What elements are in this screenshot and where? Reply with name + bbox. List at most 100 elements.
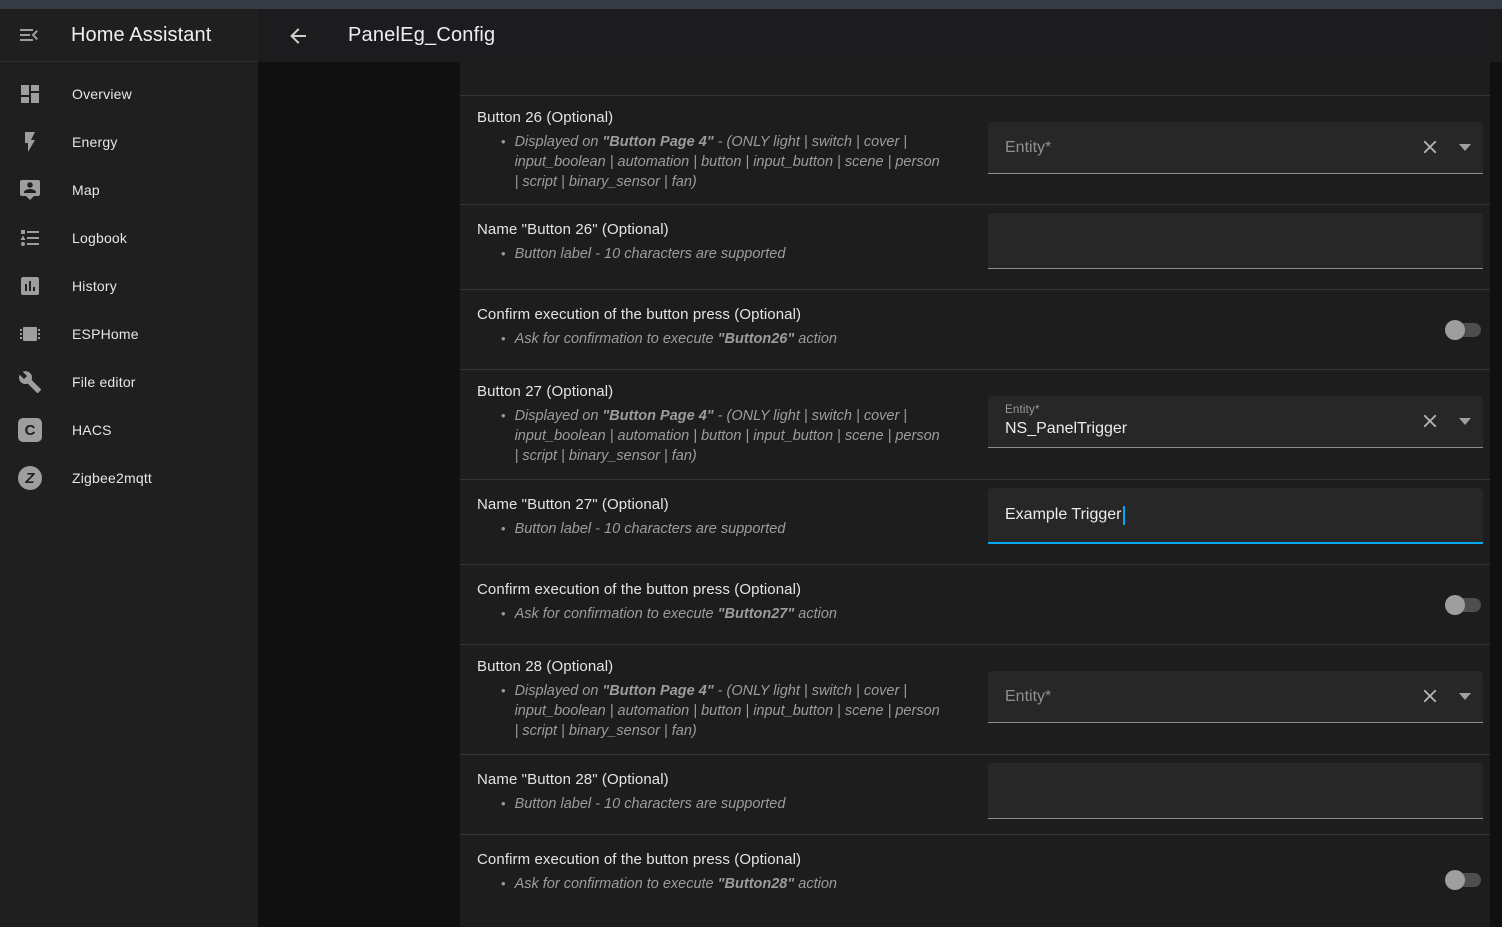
entity-field-label: Entity*	[1005, 404, 1040, 416]
entity-field-label: Entity*	[1005, 671, 1051, 722]
row-description: •Ask for confirmation to execute "Button…	[477, 874, 947, 894]
entity-combobox[interactable]: Entity* NS_PanelTrigger	[988, 396, 1483, 448]
app-title: Home Assistant	[71, 24, 211, 47]
bullet-icon: •	[501, 406, 506, 466]
form-row-entity: Button 27 (Optional) •Displayed on "Butto…	[460, 370, 1490, 480]
close-icon[interactable]	[1419, 410, 1441, 432]
sidebar-item-label: Overview	[72, 86, 132, 102]
entity-combobox[interactable]: Entity*	[988, 671, 1483, 723]
sidebar-item-label: File editor	[72, 374, 136, 390]
row-title: Confirm execution of the button press (O…	[477, 306, 977, 323]
sidebar-item-energy[interactable]: Energy	[0, 118, 258, 166]
form-row-confirm: Confirm execution of the button press (O…	[460, 565, 1490, 645]
sidebar-item-overview[interactable]: Overview	[0, 70, 258, 118]
row-title: Name "Button 27" (Optional)	[477, 496, 977, 513]
config-card: •Ask for confirmation to execute "Button…	[460, 16, 1490, 927]
sidebar-item-label: History	[72, 278, 117, 294]
bullet-icon: •	[501, 519, 506, 539]
lightning-bolt-icon	[18, 130, 42, 154]
sidebar-nav: Overview Energy Map Logbook History ESPHome Fi…	[0, 62, 258, 502]
close-icon[interactable]	[1419, 136, 1441, 158]
form-row-name: Name "Button 28" (Optional) •Button label…	[460, 755, 1490, 835]
confirm-toggle[interactable]	[1445, 320, 1481, 340]
sidebar-header: Home Assistant	[0, 9, 258, 62]
hacs-c-icon: C	[18, 418, 42, 442]
form-row-entity: Button 26 (Optional) •Displayed on "Butto…	[460, 96, 1490, 205]
button-name-input[interactable]	[988, 213, 1483, 269]
window-top-strip	[0, 0, 1502, 9]
row-description: •Displayed on "Button Page 4" - (ONLY li…	[477, 681, 947, 741]
chevron-down-icon[interactable]	[1459, 693, 1471, 700]
row-description: •Ask for confirmation to execute "Button…	[477, 329, 947, 349]
sidebar-item-hacs[interactable]: C HACS	[0, 406, 258, 454]
chevron-down-icon[interactable]	[1459, 418, 1471, 425]
bullet-icon: •	[501, 244, 506, 264]
row-title: Name "Button 28" (Optional)	[477, 771, 977, 788]
sidebar-item-label: Logbook	[72, 230, 127, 246]
row-description: •Displayed on "Button Page 4" - (ONLY li…	[477, 406, 947, 466]
row-description: •Ask for confirmation to execute "Button…	[477, 604, 947, 624]
chart-box-icon	[18, 274, 42, 298]
confirm-toggle[interactable]	[1445, 595, 1481, 615]
row-title: Button 26 (Optional)	[477, 109, 977, 126]
row-title: Confirm execution of the button press (O…	[477, 581, 977, 598]
form-row-confirm: Confirm execution of the button press (O…	[460, 290, 1490, 370]
entity-combobox[interactable]: Entity*	[988, 122, 1483, 174]
bullet-icon: •	[501, 874, 506, 894]
chevron-down-icon[interactable]	[1459, 144, 1471, 151]
sidebar-item-label: Zigbee2mqtt	[72, 470, 152, 486]
button-name-input[interactable]	[988, 763, 1483, 819]
form-row-name: Name "Button 27" (Optional) •Button label…	[460, 480, 1490, 565]
toggle-thumb	[1445, 595, 1465, 615]
entity-field-value: NS_PanelTrigger	[1005, 420, 1127, 438]
view-dashboard-icon	[18, 82, 42, 106]
confirm-toggle[interactable]	[1445, 870, 1481, 890]
form-row-confirm: Confirm execution of the button press (O…	[460, 835, 1490, 927]
row-title: Button 27 (Optional)	[477, 383, 977, 400]
row-title: Name "Button 26" (Optional)	[477, 221, 977, 238]
sidebar-toggle-button[interactable]	[17, 23, 41, 47]
main-area: •Ask for confirmation to execute "Button…	[258, 9, 1502, 927]
appbar: PanelEg_Config	[258, 9, 1502, 62]
bullet-icon: •	[501, 794, 506, 814]
form-row-entity: Button 28 (Optional) •Displayed on "Butto…	[460, 645, 1490, 755]
sidebar-item-map[interactable]: Map	[0, 166, 258, 214]
form-row-name: Name "Button 26" (Optional) •Button label…	[460, 205, 1490, 290]
sidebar: Home Assistant Overview Energy Map Logbook H…	[0, 9, 258, 927]
sidebar-item-logbook[interactable]: Logbook	[0, 214, 258, 262]
arrow-left-icon	[286, 24, 310, 48]
sidebar-item-file-editor[interactable]: File editor	[0, 358, 258, 406]
toggle-thumb	[1445, 870, 1465, 890]
sidebar-item-history[interactable]: History	[0, 262, 258, 310]
sidebar-item-label: Map	[72, 182, 100, 198]
bullet-icon: •	[501, 681, 506, 741]
sidebar-item-label: HACS	[72, 422, 112, 438]
row-title: Confirm execution of the button press (O…	[477, 851, 977, 868]
bullet-icon: •	[501, 329, 506, 349]
tooltip-account-icon	[18, 178, 42, 202]
sidebar-item-esphome[interactable]: ESPHome	[0, 310, 258, 358]
close-icon[interactable]	[1419, 685, 1441, 707]
row-description: •Displayed on "Button Page 4" - (ONLY li…	[477, 132, 947, 192]
menu-open-icon	[17, 35, 41, 50]
sidebar-item-zigbee2mqtt[interactable]: Z Zigbee2mqtt	[0, 454, 258, 502]
bullet-icon: •	[501, 132, 506, 192]
row-description: •Button label - 10 characters are suppor…	[477, 244, 947, 264]
page-title: PanelEg_Config	[348, 24, 495, 47]
toggle-thumb	[1445, 320, 1465, 340]
bullet-icon: •	[501, 604, 506, 624]
zigbee-z-icon: Z	[18, 466, 42, 490]
row-description: •Button label - 10 characters are suppor…	[477, 519, 947, 539]
format-list-bulleted-icon	[18, 226, 42, 250]
entity-field-label: Entity*	[1005, 122, 1051, 173]
button-name-input[interactable]: Example Trigger	[988, 488, 1483, 544]
chip-icon	[18, 322, 42, 346]
row-description: •Button label - 10 characters are suppor…	[477, 794, 947, 814]
sidebar-item-label: ESPHome	[72, 326, 139, 342]
wrench-icon	[18, 370, 42, 394]
sidebar-item-label: Energy	[72, 134, 118, 150]
row-title: Button 28 (Optional)	[477, 658, 977, 675]
back-button[interactable]	[286, 24, 310, 48]
text-cursor	[1123, 506, 1125, 525]
config-scroll-area: •Ask for confirmation to execute "Button…	[258, 9, 1502, 927]
